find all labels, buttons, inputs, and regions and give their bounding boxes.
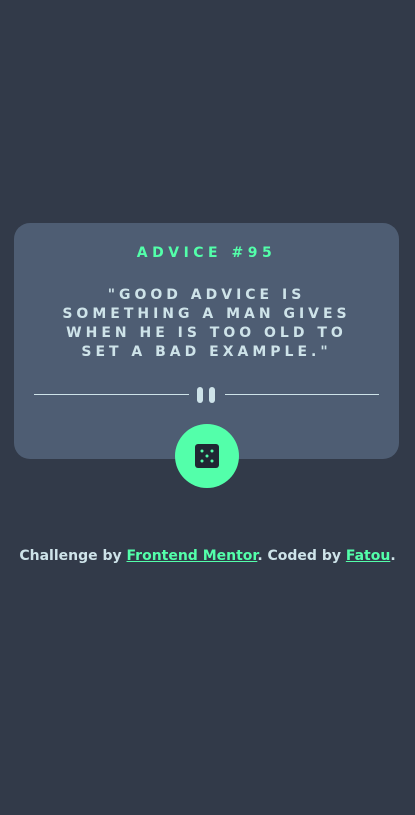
attribution: Challenge by Frontend Mentor. Coded by F…: [0, 548, 415, 564]
advice-quote: "GOOD ADVICE IS SOMETHING A MAN GIVES WH…: [62, 287, 351, 360]
divider: [34, 387, 379, 403]
pause-icon: [197, 387, 217, 403]
attribution-prefix: Challenge by: [19, 548, 127, 564]
attribution-suffix: .: [390, 548, 396, 564]
advice-title: ADVICE #95: [136, 245, 277, 261]
divider-line-right: [225, 394, 379, 395]
dice-icon: [195, 444, 219, 468]
attribution-middle: . Coded by: [257, 548, 346, 564]
frontend-mentor-link[interactable]: Frontend Mentor: [127, 548, 258, 564]
new-advice-button[interactable]: [175, 424, 239, 488]
author-link[interactable]: Fatou: [346, 548, 390, 564]
divider-line-left: [34, 394, 189, 395]
